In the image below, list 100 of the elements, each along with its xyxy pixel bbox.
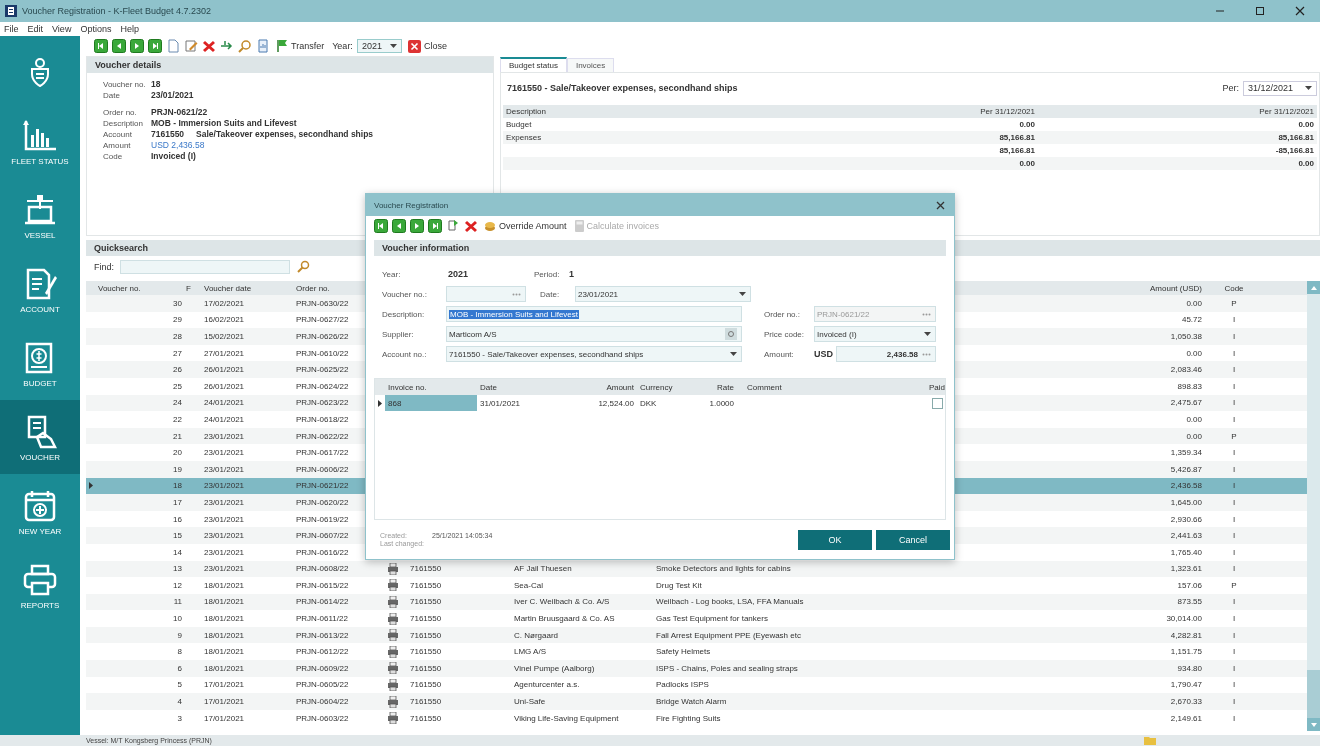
table-cell-text: 27/01/2021 (203, 348, 246, 358)
table-cell-text: PRJN-0616/22 (295, 547, 350, 557)
table-cell-text: 23/01/2021 (203, 531, 246, 541)
table-cell-text: I (1231, 481, 1237, 491)
table-cell-text: Agenturcenter a.s. (513, 680, 581, 690)
table-cell-text: 16/02/2021 (203, 315, 246, 325)
table-cell-text: PRJN-0608/22 (295, 564, 350, 574)
table-cell-text: PRJN-0625/22 (295, 365, 350, 375)
table-cell-text: 18/01/2021 (203, 597, 246, 607)
table-cell-text: P (1230, 580, 1238, 590)
table-cell-text: LMG A/S (513, 647, 547, 657)
account-heading: 7161550 - Sale/Takeover expenses, secondhand ships (507, 83, 738, 93)
table-cell-text: I (1231, 547, 1237, 557)
field-label: Voucher no. (103, 79, 147, 89)
table-cell-text: 13 (172, 564, 183, 574)
table-cell-text: 15/02/2021 (203, 332, 246, 341)
table-cell-text: 7161550 (409, 663, 443, 673)
table-cell-text: 18/01/2021 (203, 663, 246, 673)
table-cell-text: PRJN-0605/22 (295, 680, 350, 690)
table-cell-text: 2,670.33 (1169, 697, 1203, 707)
table-cell-text: 24/01/2021 (203, 398, 246, 408)
field-value: Sale/Takeover expenses, secondhand ships (196, 129, 374, 139)
field-label: Year: (382, 269, 402, 279)
table-cell-text: 23/01/2021 (203, 497, 246, 507)
table-cell-text: Martin Bruusgaard & Co. AS (513, 614, 616, 624)
table-cell-text: 12,524.00 (597, 397, 635, 410)
field-label: Price code: (764, 329, 806, 339)
table-cell-text: 934.80 (1176, 663, 1203, 673)
table-cell-text: 26/01/2021 (203, 365, 246, 375)
table-cell-text: Fire Fighting Suits (655, 713, 722, 723)
field-label: Amount: (764, 349, 795, 359)
table-cell-text: 0.00 (1185, 298, 1203, 308)
field-label: Period: (534, 269, 561, 279)
table-cell-text: I (1231, 630, 1237, 640)
table-cell-text: PRJN-0623/22 (295, 398, 350, 408)
table-cell-text: PRJN-0606/22 (295, 464, 350, 474)
table-cell-text: PRJN-0613/22 (295, 630, 350, 640)
table-cell-text: C. Nørgaard (513, 630, 559, 640)
table-cell-text: 14 (172, 547, 183, 557)
table-cell-text: Vinel Pumpe (Aalborg) (513, 663, 596, 673)
table-cell-text: Uni-Safe (513, 697, 547, 707)
table-cell-text: 20 (172, 448, 183, 458)
table-cell-text: Fall Arrest Equipment PPE (Eyewash etc (655, 630, 802, 640)
table-cell-text: 22 (172, 414, 183, 424)
table-cell-text: P (1230, 298, 1238, 308)
table-cell-text: 2,436.58 (1169, 481, 1203, 491)
table-cell-text: 23/01/2021 (203, 431, 246, 441)
table-cell-text: I (1231, 614, 1237, 624)
column-header: Per 31/12/2021 (979, 107, 1036, 116)
year-label: Year: (332, 41, 353, 51)
table-cell-text: 1,645.00 (1169, 497, 1203, 507)
window-title: Voucher Registration - K-Fleet Budget 4.7.2302 (22, 6, 212, 16)
table-cell-text: PRJN-0626/22 (295, 332, 350, 341)
field-value: USD 2,436.58 (151, 140, 205, 150)
table-cell-text: P (1230, 431, 1238, 441)
table-cell-text: 1,790.47 (1169, 680, 1203, 690)
table-cell-text: 2,930.66 (1169, 514, 1203, 524)
table-cell-text: 7161550 (409, 630, 443, 640)
table-cell-text: 2,441.63 (1169, 531, 1203, 541)
table-cell-text: 17/01/2021 (203, 697, 246, 707)
table-cell: 868 (385, 395, 477, 411)
table-cell-text: PRJN-0607/22 (295, 531, 350, 541)
table-cell-text: 85,166.81 (998, 133, 1036, 142)
table-cell-text: 157.06 (1176, 580, 1203, 590)
table-cell-text: Smoke Detectors and lights for cabins (655, 564, 792, 574)
table-cell-text: 18/01/2021 (203, 580, 246, 590)
panel-header: Voucher details (87, 57, 493, 73)
table-cell-text: 85,166.81 (998, 146, 1036, 155)
table-cell-text: 1,323.61 (1169, 564, 1203, 574)
table-cell-text: 23/01/2021 (203, 514, 246, 524)
table-cell-text: 0.00 (1297, 120, 1315, 129)
field-label: Order no.: (764, 309, 801, 319)
period-value: 1 (569, 269, 574, 279)
table-cell-text: 0.00 (1018, 120, 1036, 129)
table-cell-text: 17 (172, 497, 183, 507)
table-cell-text: 23/01/2021 (203, 564, 246, 574)
panel-title: Quicksearch (94, 243, 149, 253)
per-label: Per: (1222, 83, 1239, 93)
table-cell-text: 15 (172, 531, 183, 541)
table-cell-text: 1,050.38 (1169, 332, 1203, 341)
table-cell-text: PRJN-0627/22 (295, 315, 350, 325)
table-cell-text: 7161550 (409, 697, 443, 707)
table-cell-text: I (1231, 531, 1237, 541)
table-cell-text: ISPS - Chains, Poles and sealing straps (655, 663, 799, 673)
table-cell-text: 23/01/2021 (203, 448, 246, 458)
table-cell-text: 26/01/2021 (203, 381, 246, 391)
table-cell-text: 18/01/2021 (203, 647, 246, 657)
table-cell-text: I (1231, 332, 1237, 341)
table-cell-text: 9 (176, 630, 183, 640)
field-label: Account (103, 129, 133, 139)
table-cell-text: PRJN-0603/22 (295, 713, 350, 723)
table-cell-text: 12 (172, 580, 183, 590)
table-cell-text: -85,166.81 (1274, 146, 1315, 155)
table-cell-text: 24 (172, 398, 183, 408)
table-cell-text: I (1231, 448, 1237, 458)
table-cell-text: 17/01/2021 (203, 680, 246, 690)
table-cell-text: PRJN-0609/22 (295, 663, 350, 673)
table-cell-text: 3 (176, 713, 183, 723)
table-cell-text: 23/01/2021 (203, 547, 246, 557)
column-header: Per 31/12/2021 (1258, 107, 1315, 116)
